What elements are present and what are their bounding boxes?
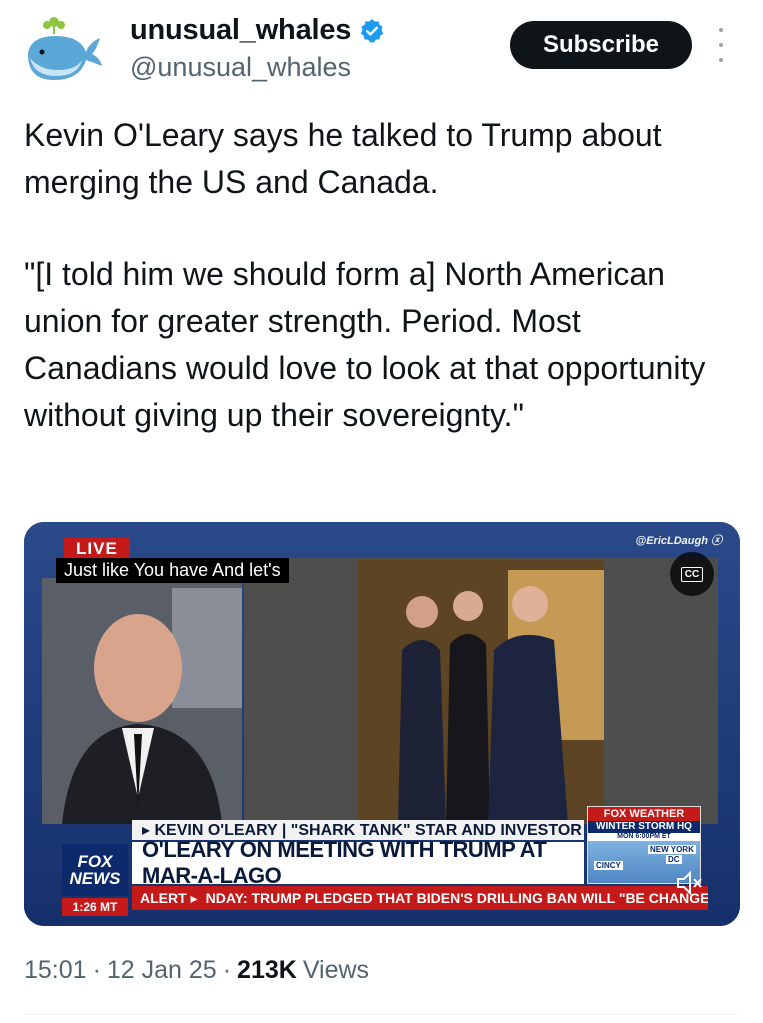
cc-icon: CC	[680, 566, 704, 582]
video-frame-right	[244, 558, 718, 824]
video-player[interactable]: LIVE Just like You have And let's @EricL…	[24, 522, 740, 926]
whale-avatar-icon[interactable]	[20, 14, 104, 88]
tweet-date[interactable]: 12 Jan 25	[107, 956, 217, 985]
speaker-silhouette	[42, 578, 242, 824]
views-count: 213K	[237, 956, 297, 984]
tweet-header: unusual_whales @unusual_whales Subscribe	[0, 0, 763, 100]
network-line1: FOX	[77, 852, 113, 871]
tweet-text: Kevin O'Leary says he talked to Trump ab…	[24, 112, 739, 439]
tweet-meta: 15:01 · 12 Jan 25 · 213K Views	[24, 956, 369, 985]
headline-strap: O'LEARY ON MEETING WITH TRUMP AT MAR-A-L…	[132, 837, 584, 888]
news-lower-third: ▸ KEVIN O'LEARY | "SHARK TANK" STAR AND …	[24, 806, 740, 926]
meeting-photo	[358, 560, 604, 824]
alert-label: ALERT ▸	[140, 889, 198, 906]
weather-city-label: NEW YORK	[648, 845, 696, 854]
watermark-text: @EricLDaugh	[635, 535, 708, 547]
verified-badge-icon	[360, 18, 384, 43]
subscribe-button[interactable]: Subscribe	[510, 21, 692, 69]
alert-text: NDAY: TRUMP PLEDGED THAT BIDEN'S DRILLIN…	[205, 890, 708, 906]
fox-news-logo-icon: FOX NEWS	[62, 844, 128, 896]
divider	[24, 1014, 739, 1015]
weather-title: WINTER STORM HQ	[588, 821, 700, 833]
weather-city-label: DC	[666, 855, 682, 864]
tweet-time[interactable]: 15:01	[24, 956, 87, 985]
author-display-name[interactable]: unusual_whales	[130, 14, 351, 47]
separator-dot: ·	[92, 956, 101, 984]
video-caption: Just like You have And let's	[56, 558, 289, 583]
live-badge: LIVE	[64, 538, 130, 560]
alert-ticker: ALERT ▸ NDAY: TRUMP PLEDGED THAT BIDEN'S…	[132, 886, 708, 910]
tweet-paragraph: Kevin O'Leary says he talked to Trump ab…	[24, 117, 662, 200]
separator-dot: ·	[222, 956, 232, 984]
weather-brand: FOX WEATHER	[588, 807, 700, 821]
video-frame-left	[42, 578, 242, 824]
x-logo-icon: ⓧ	[711, 535, 722, 547]
weather-time: MON 6:00PM ET	[588, 833, 700, 841]
muted-speaker-icon[interactable]	[674, 868, 704, 898]
source-watermark: @EricLDaugh ⓧ	[635, 532, 722, 548]
author-name-row[interactable]: unusual_whales	[130, 14, 385, 47]
more-vertical-icon[interactable]	[713, 28, 729, 62]
tweet-paragraph: "[I told him we should form a] North Ame…	[24, 256, 706, 433]
network-line2: NEWS	[69, 869, 121, 888]
views-label: Views	[302, 956, 370, 984]
closed-captions-button[interactable]: CC	[670, 552, 714, 596]
weather-city-label: CINCY	[594, 861, 623, 870]
author-handle[interactable]: @unusual_whales	[130, 52, 351, 83]
broadcast-time: 1:26 MT	[62, 898, 128, 916]
